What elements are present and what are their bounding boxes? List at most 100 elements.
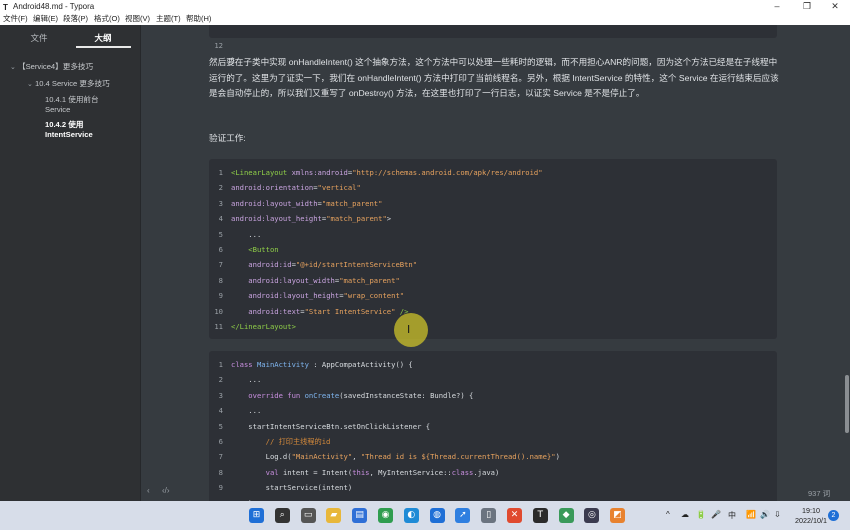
download-icon[interactable]: ⇩ xyxy=(774,510,781,519)
code-line: 8 android:layout_width="match_parent" xyxy=(209,273,777,288)
code-text: startIntentServiceBtn.setOnClickListener… xyxy=(231,421,431,431)
menu-view[interactable]: 视图(V) xyxy=(125,13,150,25)
code-text: android:layout_width="match_parent" xyxy=(231,275,400,285)
verify-label: 验证工作: xyxy=(209,133,246,143)
app-arrow-icon[interactable]: ➚ xyxy=(455,508,471,523)
code-line: 4 android:layout_height="match_parent"> xyxy=(209,211,777,226)
outline-label: Service xyxy=(45,105,71,114)
code-block-previous[interactable]: 12 } xyxy=(209,25,777,65)
status-bar: 937 词 xyxy=(141,484,843,501)
outline-label: 10.4.1 使用前台 xyxy=(45,95,99,104)
editor-content[interactable]: 12 } 然后要在子类中实现 onHandleIntent() 这个抽象方法，这… xyxy=(141,25,843,501)
search-icon[interactable]: ⌕ xyxy=(274,508,290,523)
code-text: ... xyxy=(231,406,262,416)
app-dark-icon[interactable]: ◎ xyxy=(584,508,600,523)
line-number: 8 xyxy=(218,275,223,285)
close-button[interactable]: ✕ xyxy=(820,0,850,13)
menu-help[interactable]: 帮助(H) xyxy=(186,13,211,25)
code-line: 6 // 打印主线程的id xyxy=(209,434,777,449)
outline-item-10-4-2[interactable]: 10.4.2 使用 IntentService xyxy=(45,120,93,140)
maximize-button[interactable]: ❐ xyxy=(792,0,822,13)
outline-item-10-4-1[interactable]: 10.4.1 使用前台 Service xyxy=(45,95,99,115)
scrollbar-thumb[interactable] xyxy=(845,375,849,433)
menu-format[interactable]: 格式(O) xyxy=(94,13,120,25)
menu-edit[interactable]: 编辑(E) xyxy=(33,13,58,25)
line-number: 12 xyxy=(214,41,223,50)
menu-theme[interactable]: 主题(T) xyxy=(156,13,181,25)
app-green-icon[interactable]: ◆ xyxy=(558,508,574,523)
line-number: 1 xyxy=(218,168,223,177)
code-line: 3 android:layout_width="match_parent" xyxy=(209,196,777,211)
menu-paragraph[interactable]: 段落(P) xyxy=(63,13,88,25)
app-blue-icon[interactable]: ◍ xyxy=(429,508,445,523)
paragraph: 然后要在子类中实现 onHandleIntent() 这个抽象方法，这个方法中可… xyxy=(209,57,779,98)
recycle-bin-icon[interactable]: ▯ xyxy=(481,508,497,523)
file-explorer-icon[interactable]: ▰ xyxy=(326,508,342,523)
outline-label: 10.4 Service 更多技巧 xyxy=(35,79,110,88)
chrome-icon[interactable]: ◉ xyxy=(378,508,393,523)
notification-badge[interactable]: 2 xyxy=(828,510,839,521)
code-line: 1 class MainActivity : AppCompatActivity(… xyxy=(209,357,777,372)
line-number: 6 xyxy=(218,437,223,446)
input-method-icon[interactable]: 中 xyxy=(728,510,736,521)
active-tab-underline xyxy=(76,46,131,48)
code-text: val intent = Intent(this, MyIntentServic… xyxy=(231,467,500,477)
code-text: <LinearLayout xmlns:android="http://sche… xyxy=(231,168,543,177)
line-number: 11 xyxy=(214,322,223,331)
line-number: 3 xyxy=(218,390,223,400)
line-number: 2 xyxy=(218,183,223,193)
tab-outline[interactable]: 大纲 xyxy=(72,32,134,44)
code-line: 8 val intent = Intent(this, MyIntentServ… xyxy=(209,465,777,480)
line-number: 7 xyxy=(218,452,223,462)
outline-item-10-4[interactable]: ⌄ 10.4 Service 更多技巧 xyxy=(27,79,110,90)
battery-icon[interactable]: 🔋 xyxy=(696,510,706,519)
windows-start-icon[interactable]: ⊞ xyxy=(249,508,264,523)
line-number: 9 xyxy=(218,291,223,301)
text-cursor-icon: I xyxy=(407,323,411,336)
cloud-icon[interactable]: ☁ xyxy=(681,510,689,519)
code-block-kotlin[interactable]: 1 class MainActivity : AppCompatActivity(… xyxy=(209,351,777,501)
line-number: 6 xyxy=(218,245,223,254)
tab-files[interactable]: 文件 xyxy=(8,32,70,44)
edge-icon[interactable]: ◐ xyxy=(403,508,419,523)
word-count[interactable]: 937 词 xyxy=(808,488,830,499)
typora-icon[interactable]: T xyxy=(532,508,548,523)
code-text: android:layout_height="wrap_content" xyxy=(231,291,405,301)
code-line: 7 android:id="@+id/startIntentServiceBtn… xyxy=(209,257,777,272)
code-line: 6 <Button xyxy=(209,242,777,257)
task-view-icon[interactable]: ▭ xyxy=(300,508,316,523)
code-line: 1 <LinearLayout xmlns:android="http://sch… xyxy=(209,165,777,180)
code-line: 7 Log.d("MainActivity", "Thread id is ${… xyxy=(209,449,777,464)
app-red-icon[interactable]: ✕ xyxy=(507,508,522,523)
clock-date: 2022/10/1 xyxy=(795,516,827,525)
menu-file[interactable]: 文件(F) xyxy=(3,13,28,25)
mouse-highlight xyxy=(394,313,428,347)
wifi-icon[interactable]: 📶 xyxy=(746,510,756,519)
outline-item-service4[interactable]: ⌄ 【Service4】更多技巧 xyxy=(10,62,93,73)
code-line: 2 ... xyxy=(209,372,777,387)
code-text: <Button xyxy=(231,245,279,254)
chevron-down-icon[interactable]: ⌄ xyxy=(10,63,18,73)
show-hidden-icons[interactable]: ^ xyxy=(666,510,670,519)
line-number: 3 xyxy=(218,198,223,208)
outline-label: 10.4.2 使用 xyxy=(45,120,84,129)
code-text: android:id="@+id/startIntentServiceBtn" xyxy=(231,260,418,270)
sidebar: 文件 大纲 ⌄ 【Service4】更多技巧 ⌄ 10.4 Service 更多技巧… xyxy=(0,25,170,501)
microphone-icon[interactable]: 🎤 xyxy=(711,510,721,519)
minimize-button[interactable]: – xyxy=(762,0,792,13)
store-icon[interactable]: ▤ xyxy=(352,508,368,523)
window-title: Android48.md - Typora xyxy=(13,2,95,11)
line-number: 4 xyxy=(218,406,223,416)
app-orange-icon[interactable]: ◩ xyxy=(610,508,626,523)
code-line: 11 </LinearLayout> xyxy=(209,319,777,334)
outline-label: IntentService xyxy=(45,130,93,139)
code-text: android:layout_width="match_parent" xyxy=(231,198,383,208)
code-line: 10 android:text="Start IntentService" /> xyxy=(209,304,777,319)
line-number: 7 xyxy=(218,260,223,270)
code-block-xml[interactable]: 1 <LinearLayout xmlns:android="http://sch… xyxy=(209,159,777,339)
volume-icon[interactable]: 🔊 xyxy=(760,510,770,519)
chevron-down-icon[interactable]: ⌄ xyxy=(27,80,35,90)
line-number: 4 xyxy=(218,214,223,224)
code-text: android:text="Start IntentService" /> xyxy=(231,306,409,316)
clock[interactable]: 19:10 2022/10/1 xyxy=(790,506,832,526)
